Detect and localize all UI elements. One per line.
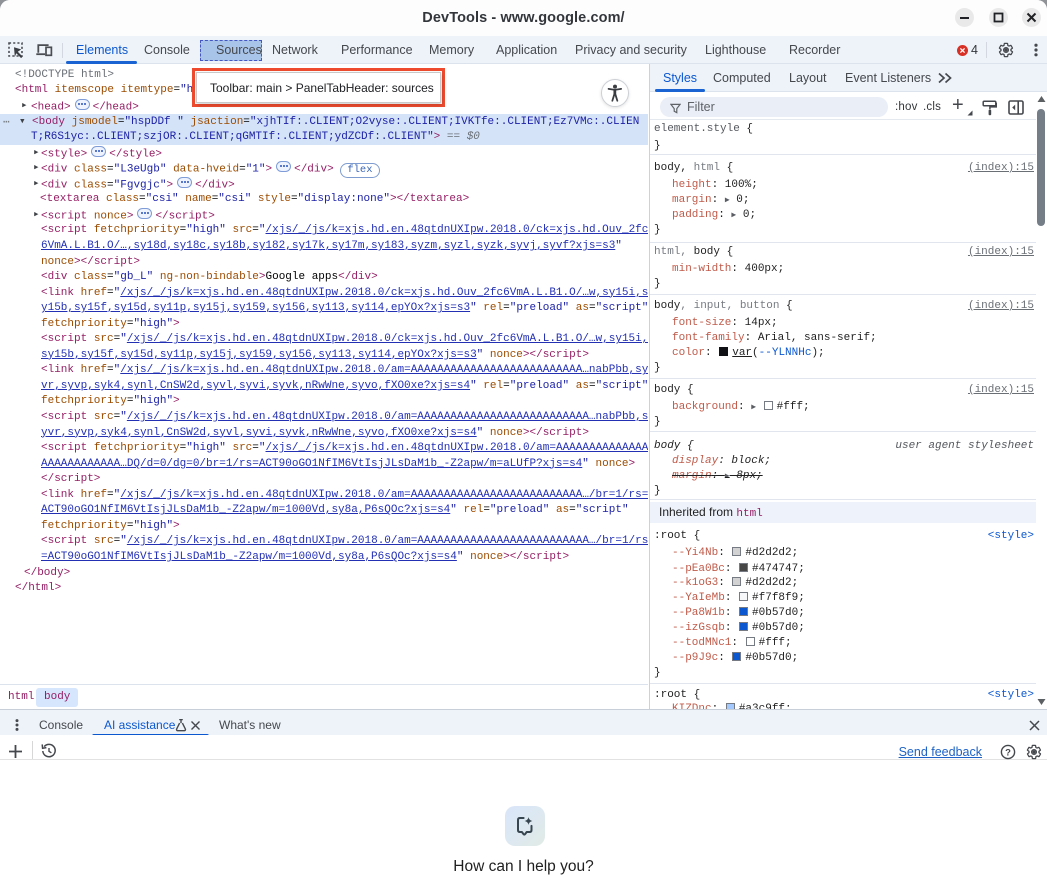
svg-text:?: ? bbox=[1005, 747, 1011, 758]
